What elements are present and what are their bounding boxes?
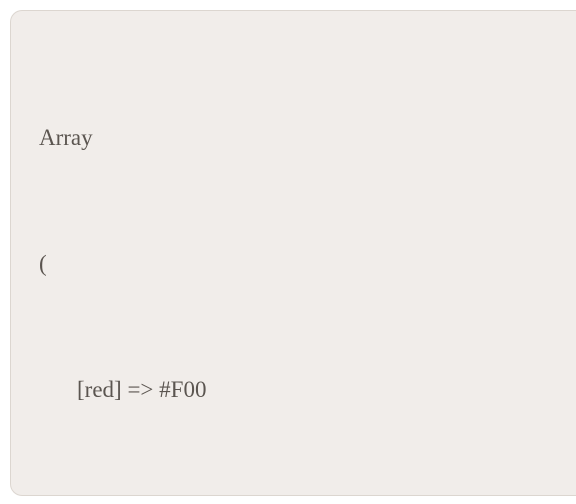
array-dump-header: Array [39,117,576,159]
array-dump-open: ( [39,243,576,285]
array-dump-line: [red] => #F00 [39,369,576,411]
array-dump-line: [green] => #0F0 [39,495,576,496]
array-entry-key: red [85,377,114,402]
array-dump-block: Array ( [red] => #F00 [green] => #0F0 [b… [39,33,576,496]
output-panel: Array ( [red] => #F00 [green] => #0F0 [b… [10,10,576,496]
array-entry-value: #F00 [159,377,206,402]
